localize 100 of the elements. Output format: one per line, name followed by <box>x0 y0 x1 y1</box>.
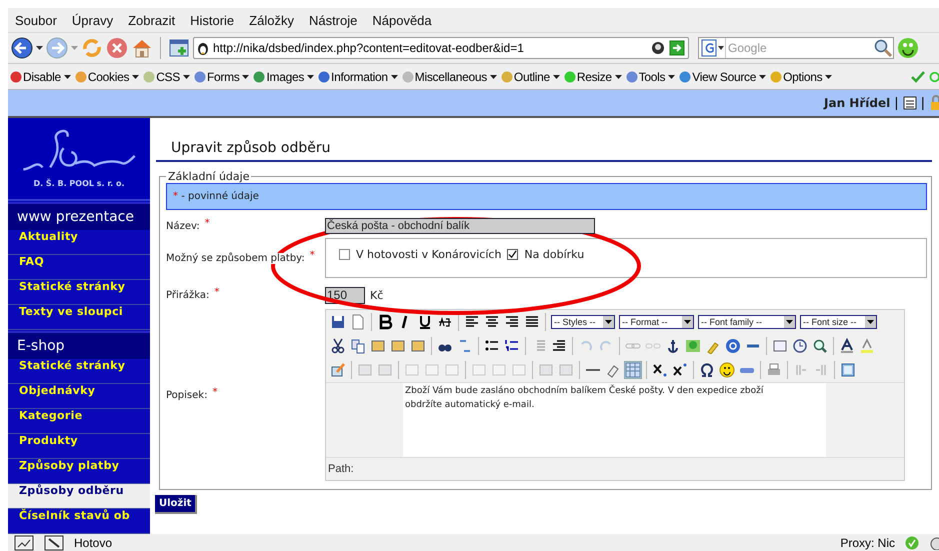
caret-icon[interactable] <box>36 46 43 50</box>
required-mark: * <box>212 386 218 398</box>
caret-icon <box>867 320 874 324</box>
anchor-icon[interactable] <box>665 338 681 354</box>
penguin-icon <box>197 41 209 55</box>
toolbar-menu[interactable]: Outline <box>500 70 560 84</box>
text-color-icon[interactable] <box>839 338 855 354</box>
sidebar-item[interactable]: Objednávky <box>8 384 150 409</box>
bold-icon[interactable] <box>377 314 393 330</box>
search-engine-icon[interactable] <box>701 39 725 57</box>
menu-item[interactable]: Úpravy <box>72 12 114 28</box>
go-icon[interactable] <box>669 40 685 56</box>
sidebar-item[interactable]: Produkty <box>8 434 150 459</box>
menu-item[interactable]: Záložky <box>249 12 294 28</box>
menu-item[interactable]: Historie <box>190 12 234 28</box>
caret-icon <box>242 74 250 78</box>
sidebar-item[interactable]: Texty ve sloupci <box>8 305 150 330</box>
page-title: Upravit způsob odběru <box>156 118 932 162</box>
save-button[interactable]: Uložit <box>155 495 198 514</box>
toolbar-menu[interactable]: Miscellaneous <box>402 70 497 84</box>
path-label: Path: <box>328 463 354 475</box>
indent-icon[interactable] <box>551 338 567 354</box>
scissors-icon[interactable] <box>330 338 346 354</box>
dropdown[interactable]: -- Styles -- <box>551 315 615 329</box>
printer-icon[interactable] <box>766 362 782 378</box>
toolbar-menu[interactable]: Options <box>770 70 832 84</box>
smiley-icon[interactable] <box>719 362 735 378</box>
window-icon[interactable] <box>840 362 856 378</box>
numbered-list-icon[interactable] <box>504 338 520 354</box>
unit-text: Kč <box>370 288 384 302</box>
toolbar-menu[interactable]: Information <box>318 70 398 84</box>
address-field[interactable]: http://nika/dsbed/index.php?content=editovat-eodber&id=1 <box>193 37 689 59</box>
align-center-icon[interactable] <box>484 314 500 330</box>
caret-icon <box>307 74 314 78</box>
sidebar-heading: E-shop <box>8 331 150 359</box>
toolbar-menu[interactable]: Images <box>253 70 314 84</box>
caret-icon <box>825 74 832 78</box>
caret-icon <box>64 74 71 78</box>
required-mark: * <box>173 191 178 202</box>
toolbar-menu[interactable]: Disable <box>10 70 71 84</box>
menu-item[interactable]: Soubor <box>15 12 57 28</box>
menu-item[interactable]: Zobrazit <box>128 12 176 28</box>
menu-item[interactable]: Nápověda <box>372 12 432 28</box>
toolbar-menu[interactable]: Cookies <box>74 70 140 84</box>
list-icon[interactable] <box>902 96 917 110</box>
table-icon[interactable] <box>625 362 641 378</box>
field-label: Přirážka: <box>166 290 210 300</box>
checkmark-icon[interactable] <box>911 70 925 82</box>
field-label: Název: <box>166 220 200 232</box>
save-icon[interactable] <box>330 314 346 330</box>
required-mark: * <box>204 218 210 228</box>
align-justify-icon[interactable] <box>524 314 540 330</box>
omega-icon[interactable] <box>699 362 715 378</box>
cursor-icon[interactable] <box>44 534 64 550</box>
search-icon[interactable] <box>873 38 893 58</box>
align-right-icon[interactable] <box>504 314 520 330</box>
toolbar-menu[interactable]: CSS <box>143 70 190 84</box>
bookmark-icon[interactable] <box>651 41 665 55</box>
sidebar-item[interactable]: Statické stránky <box>8 280 150 305</box>
toolbar-menu[interactable]: Resize <box>564 70 622 84</box>
checkbox[interactable] <box>507 248 518 260</box>
sidebar-item[interactable]: Způsoby odběru <box>8 484 150 509</box>
caret-icon <box>759 74 766 78</box>
chart-icon[interactable] <box>14 534 34 550</box>
superscript-icon[interactable] <box>672 362 688 378</box>
toolbar-menu[interactable]: Forms <box>194 70 250 84</box>
sidebar-item[interactable]: FAQ <box>8 255 150 280</box>
sidebar-item[interactable]: Statické stránky <box>8 359 150 384</box>
sidebar-item[interactable]: Kategorie <box>8 409 150 434</box>
toolbar-menu[interactable]: View Source <box>679 70 766 84</box>
home-icon[interactable] <box>131 37 153 59</box>
section-legend: Základní údaje <box>166 170 252 183</box>
caret-icon <box>614 74 622 78</box>
caret-icon <box>668 74 676 78</box>
copy-icon[interactable] <box>350 338 366 354</box>
dropdown[interactable]: -- Font size -- <box>800 315 877 329</box>
dropdown[interactable]: -- Format -- <box>619 315 694 329</box>
toolbar-menu[interactable]: Tools <box>626 70 676 84</box>
status-text: Hotovo <box>74 536 112 550</box>
pencil-edit-icon[interactable] <box>330 362 346 378</box>
back-icon[interactable] <box>11 37 33 59</box>
magnifier-icon[interactable] <box>812 338 828 354</box>
menu-item[interactable]: Nástroje <box>308 12 358 28</box>
new-tab-icon[interactable] <box>168 37 190 59</box>
smiley-icon[interactable] <box>897 37 919 59</box>
caret-icon <box>390 74 398 78</box>
sidebar-item[interactable]: Aktuality <box>8 230 150 255</box>
align-left-icon[interactable] <box>464 314 480 330</box>
search-field[interactable]: Google <box>698 37 894 59</box>
underline-icon[interactable] <box>417 314 433 330</box>
name-field[interactable]: Česká pošta - obchodní balík <box>325 218 595 234</box>
dropdown[interactable]: -- Font family -- <box>698 315 796 329</box>
checkbox[interactable] <box>339 248 350 260</box>
subscript-icon[interactable] <box>652 362 668 378</box>
clock-icon[interactable] <box>792 338 808 354</box>
new-page-icon[interactable] <box>350 314 366 330</box>
check-circle-icon[interactable] <box>905 536 919 550</box>
caret-icon <box>182 74 190 78</box>
editor-text[interactable]: Zboží Vám bude zasláno obchodním balíkem České pošty. V den expedice zboží obdržíte automatický e-mail. <box>403 383 826 457</box>
caret-icon <box>684 320 691 324</box>
